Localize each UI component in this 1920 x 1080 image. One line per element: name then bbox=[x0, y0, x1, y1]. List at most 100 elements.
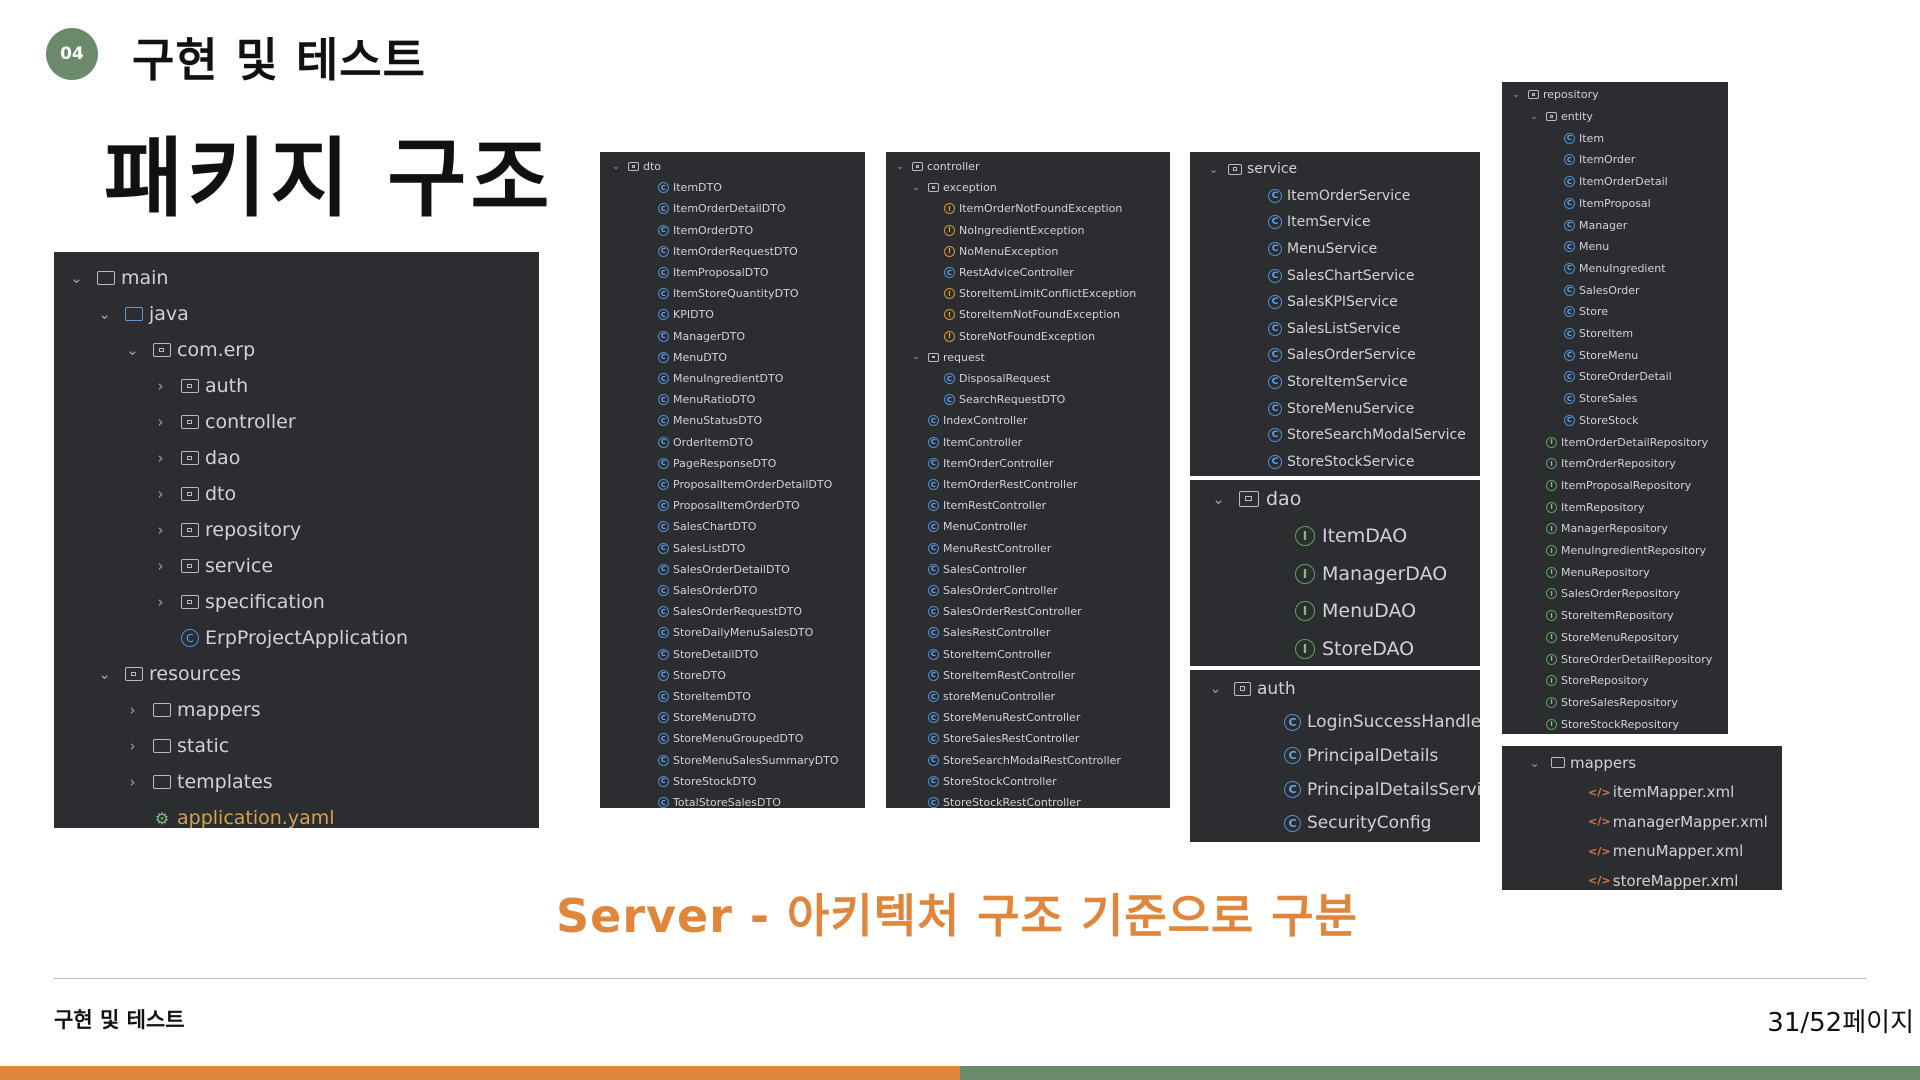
tree-item[interactable]: C SalesChartService bbox=[1190, 262, 1414, 289]
tree-item[interactable]: ⌄ dto bbox=[600, 156, 661, 177]
tree-item[interactable]: C MenuIngredientDTO bbox=[600, 368, 783, 389]
tree-item[interactable]: C StoreMenuSalesSummaryDTO bbox=[600, 750, 839, 771]
tree-item[interactable]: I StoreStockRepository bbox=[1502, 713, 1679, 734]
tree-item[interactable]: C StoreOrderDetail bbox=[1502, 366, 1672, 388]
tree-item[interactable]: C StoreItemRestController bbox=[886, 665, 1075, 686]
tree-item[interactable]: I StoreOrderDetailRepository bbox=[1502, 648, 1712, 670]
tree-item[interactable]: I ManagerDAO bbox=[1190, 555, 1447, 593]
chevron-down-icon[interactable]: ⌄ bbox=[1528, 112, 1540, 122]
tree-item[interactable]: C StoreSalesRestController bbox=[886, 728, 1079, 749]
tree-item[interactable]: ⌄ java bbox=[54, 296, 189, 332]
tree-item[interactable]: I ManagerRepository bbox=[1502, 518, 1668, 540]
tree-item[interactable]: ⌄ entity bbox=[1502, 106, 1593, 128]
chevron-down-icon[interactable]: ⌄ bbox=[1510, 90, 1522, 100]
chevron-right-icon[interactable]: › bbox=[150, 557, 171, 575]
tree-item[interactable]: </> menuMapper.xml bbox=[1502, 837, 1743, 867]
tree-item[interactable]: ⌄ exception bbox=[886, 177, 997, 198]
tree-item[interactable]: I ItemOrderDetailRepository bbox=[1502, 431, 1708, 453]
tree-item[interactable]: ! StoreItemNotFoundException bbox=[886, 304, 1120, 325]
tree-item[interactable]: C StoreMenuRestController bbox=[886, 707, 1080, 728]
tree-item[interactable]: C TotalStoreSalesDTO bbox=[600, 792, 781, 808]
tree-item[interactable]: › controller bbox=[54, 404, 296, 440]
chevron-right-icon[interactable]: › bbox=[150, 521, 171, 539]
tree-item[interactable]: ⌄ service bbox=[1190, 156, 1297, 183]
tree-item[interactable]: ! ItemOrderNotFoundException bbox=[886, 198, 1122, 219]
chevron-right-icon[interactable]: › bbox=[150, 449, 171, 467]
tree-item[interactable]: C DisposalRequest bbox=[886, 368, 1050, 389]
tree-item[interactable]: C StoreStockRestController bbox=[886, 792, 1081, 808]
chevron-right-icon[interactable]: › bbox=[150, 593, 171, 611]
tree-item[interactable]: I ItemDAO bbox=[1190, 518, 1407, 556]
tree-item[interactable]: C StoreStock bbox=[1502, 410, 1639, 432]
tree-item[interactable]: C Manager bbox=[1502, 214, 1627, 236]
tree-item[interactable]: ⌄ main bbox=[54, 260, 168, 296]
tree-item[interactable]: C StoreMenuService bbox=[1190, 395, 1414, 422]
tree-item[interactable]: C ErpProjectApplication bbox=[54, 620, 408, 656]
tree-item[interactable]: C StoreStockService bbox=[1190, 449, 1415, 476]
tree-item[interactable]: C SalesOrderDTO bbox=[600, 580, 757, 601]
tree-item[interactable]: C StoreMenuGroupedDTO bbox=[600, 728, 803, 749]
tree-item[interactable]: C MenuStatusDTO bbox=[600, 410, 762, 431]
tree-item[interactable]: I StoreSalesRepository bbox=[1502, 692, 1678, 714]
tree-item[interactable]: C LoginSuccessHandler bbox=[1190, 706, 1480, 740]
chevron-right-icon[interactable]: › bbox=[122, 737, 143, 755]
tree-item[interactable]: I StoreMenuRepository bbox=[1502, 627, 1679, 649]
tree-item[interactable]: </> itemMapper.xml bbox=[1502, 778, 1734, 808]
chevron-right-icon[interactable]: › bbox=[150, 377, 171, 395]
chevron-right-icon[interactable]: › bbox=[122, 773, 143, 791]
tree-item[interactable]: C SalesOrder bbox=[1502, 279, 1640, 301]
tree-item[interactable]: › specification bbox=[54, 584, 325, 620]
chevron-down-icon[interactable]: ⌄ bbox=[94, 305, 115, 323]
tree-item[interactable]: C ItemRestController bbox=[886, 495, 1046, 516]
tree-item[interactable]: C Store bbox=[1502, 301, 1608, 323]
tree-item[interactable]: › templates bbox=[54, 764, 273, 800]
tree-item[interactable]: C ItemDTO bbox=[600, 177, 722, 198]
tree-item[interactable]: › auth bbox=[54, 368, 249, 404]
chevron-right-icon[interactable]: › bbox=[150, 485, 171, 503]
tree-item[interactable]: I SalesOrderRepository bbox=[1502, 583, 1680, 605]
tree-item[interactable]: C SalesController bbox=[886, 559, 1026, 580]
tree-item[interactable]: C SalesKPIService bbox=[1190, 289, 1398, 316]
tree-item[interactable]: › mappers bbox=[54, 692, 261, 728]
tree-item[interactable]: C SalesOrderController bbox=[886, 580, 1058, 601]
tree-item[interactable]: C PrincipalDetails bbox=[1190, 739, 1438, 773]
tree-item[interactable]: C SalesOrderRestController bbox=[886, 601, 1082, 622]
tree-item[interactable]: C SalesListDTO bbox=[600, 538, 745, 559]
tree-item[interactable]: C Item bbox=[1502, 127, 1604, 149]
tree-item[interactable]: C StoreSearchModalRestController bbox=[886, 750, 1121, 771]
tree-item[interactable]: C PrincipalDetailsService bbox=[1190, 773, 1480, 807]
chevron-down-icon[interactable]: ⌄ bbox=[910, 352, 922, 362]
tree-item[interactable]: C StoreDTO bbox=[600, 665, 726, 686]
tree-item[interactable]: C IndexController bbox=[886, 410, 1027, 431]
tree-item[interactable]: ⚙ application.yaml bbox=[54, 800, 335, 828]
tree-item[interactable]: C KPIDTO bbox=[600, 304, 714, 325]
tree-item[interactable]: C ItemProposalDTO bbox=[600, 262, 769, 283]
tree-item[interactable]: C ItemOrderDetail bbox=[1502, 171, 1668, 193]
tree-item[interactable]: ! NoIngredientException bbox=[886, 220, 1084, 241]
tree-item[interactable]: C MenuRestController bbox=[886, 538, 1051, 559]
tree-item[interactable]: C StoreDailyMenuSalesDTO bbox=[600, 622, 813, 643]
tree-item[interactable]: C ItemOrderDetailDTO bbox=[600, 198, 786, 219]
tree-item[interactable]: ⌄ repository bbox=[1502, 84, 1598, 106]
tree-item[interactable]: C SearchRequestDTO bbox=[886, 389, 1065, 410]
tree-item[interactable]: C ItemController bbox=[886, 432, 1022, 453]
tree-item[interactable]: C RestAdviceController bbox=[886, 262, 1074, 283]
tree-item[interactable]: I StoreDAO bbox=[1190, 630, 1414, 666]
tree-item[interactable]: I MenuIngredientRepository bbox=[1502, 540, 1706, 562]
tree-item[interactable]: I MenuRepository bbox=[1502, 561, 1650, 583]
tree-item[interactable]: C StoreMenu bbox=[1502, 344, 1638, 366]
tree-item[interactable]: C StoreItemService bbox=[1190, 369, 1408, 396]
tree-item[interactable]: ⌄ mappers bbox=[1502, 748, 1636, 778]
tree-item[interactable]: ⌄ controller bbox=[886, 156, 979, 177]
chevron-down-icon[interactable]: ⌄ bbox=[1206, 681, 1225, 697]
tree-item[interactable]: C StoreSearchModalService bbox=[1190, 422, 1466, 449]
tree-item[interactable]: C SalesOrderDetailDTO bbox=[600, 559, 790, 580]
tree-item[interactable]: I StoreRepository bbox=[1502, 670, 1649, 692]
tree-item[interactable]: C ManagerDTO bbox=[600, 326, 745, 347]
tree-item[interactable]: ! StoreItemLimitConflictException bbox=[886, 283, 1136, 304]
chevron-down-icon[interactable]: ⌄ bbox=[94, 665, 115, 683]
tree-item[interactable]: › repository bbox=[54, 512, 302, 548]
tree-item[interactable]: I ItemOrderRepository bbox=[1502, 453, 1676, 475]
tree-item[interactable]: C SecurityConfig bbox=[1190, 806, 1431, 840]
tree-item[interactable]: C MenuRatioDTO bbox=[600, 389, 755, 410]
